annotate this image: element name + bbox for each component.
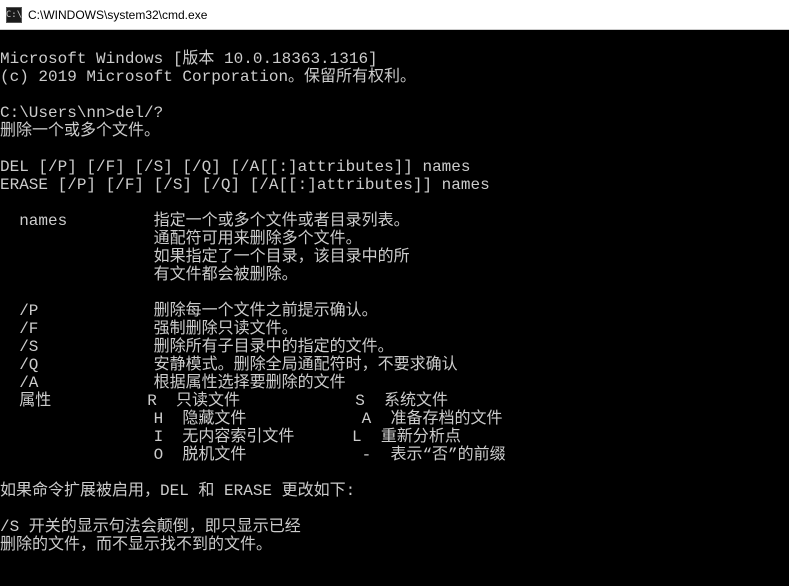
output-line: /P 删除每一个文件之前提示确认。 — [0, 302, 378, 320]
output-line: /A 根据属性选择要删除的文件 — [0, 374, 346, 392]
output-line: DEL [/P] [/F] [/S] [/Q] [/A[[:]attribute… — [0, 158, 470, 176]
output-line: 删除一个或多个文件。 — [0, 122, 160, 140]
output-line: 有文件都会被删除。 — [0, 266, 298, 284]
window-titlebar[interactable]: C:\ C:\WINDOWS\system32\cmd.exe — [0, 0, 789, 30]
output-line: 属性 R 只读文件 S 系统文件 — [0, 392, 448, 410]
output-line: 如果命令扩展被启用，DEL 和 ERASE 更改如下: — [0, 482, 355, 500]
window-title: C:\WINDOWS\system32\cmd.exe — [28, 8, 207, 22]
output-line: 删除的文件，而不显示找不到的文件。 — [0, 536, 272, 554]
terminal-output[interactable]: Microsoft Windows [版本 10.0.18363.1316] (… — [0, 30, 789, 586]
output-line: H 隐藏文件 A 准备存档的文件 — [0, 410, 502, 428]
output-line: 如果指定了一个目录，该目录中的所 — [0, 248, 410, 266]
output-line: /S 开关的显示句法会颠倒，即只显示已经 — [0, 518, 301, 536]
output-line: /F 强制删除只读文件。 — [0, 320, 298, 338]
output-line: (c) 2019 Microsoft Corporation。保留所有权利。 — [0, 68, 416, 86]
output-line: names 指定一个或多个文件或者目录列表。 — [0, 212, 410, 230]
output-line: I 无内容索引文件 L 重新分析点 — [0, 428, 461, 446]
output-line: 通配符可用来删除多个文件。 — [0, 230, 362, 248]
output-line: /S 删除所有子目录中的指定的文件。 — [0, 338, 394, 356]
cmd-icon: C:\ — [6, 7, 22, 23]
output-line: O 脱机文件 - 表示“否”的前缀 — [0, 446, 506, 464]
output-line: /Q 安静模式。删除全局通配符时，不要求确认 — [0, 356, 458, 374]
output-line: ERASE [/P] [/F] [/S] [/Q] [/A[[:]attribu… — [0, 176, 490, 194]
prompt-line: C:\Users\nn>del/? — [0, 104, 163, 122]
output-line: Microsoft Windows [版本 10.0.18363.1316] — [0, 50, 378, 68]
